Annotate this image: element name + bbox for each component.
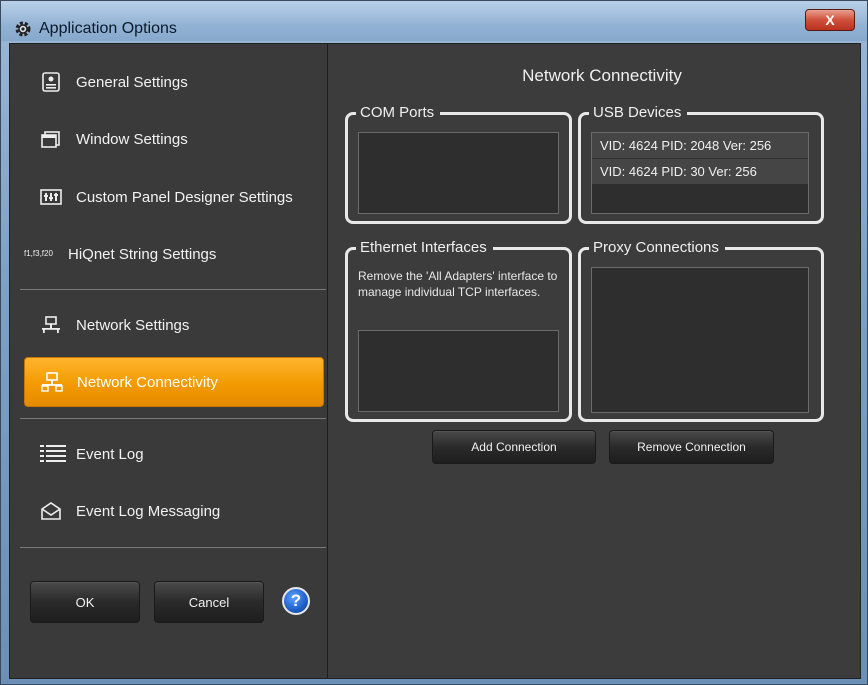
sidebar-item-label: HiQnet String Settings	[68, 245, 217, 263]
usb-devices-list[interactable]: VID: 4624 PID: 2048 Ver: 256 VID: 4624 P…	[591, 132, 809, 214]
custom-panel-icon	[40, 186, 62, 208]
sidebar-item-custom-panel-designer[interactable]: Custom Panel Designer Settings	[24, 172, 324, 222]
main-content: Network Connectivity COM Ports USB Devic…	[329, 44, 860, 678]
cancel-button[interactable]: Cancel	[154, 581, 264, 623]
sidebar-item-network-settings[interactable]: Network Settings	[24, 300, 324, 350]
add-connection-button[interactable]: Add Connection	[432, 430, 596, 464]
sidebar-item-general-settings[interactable]: General Settings	[24, 57, 324, 107]
proxy-connections-label: Proxy Connections	[589, 238, 725, 258]
list-item[interactable]: VID: 4624 PID: 30 Ver: 256	[592, 159, 808, 185]
com-ports-group: COM Ports	[345, 103, 572, 224]
usb-devices-group: USB Devices VID: 4624 PID: 2048 Ver: 256…	[578, 103, 824, 224]
gear-icon	[15, 21, 31, 37]
sidebar-item-event-log-messaging[interactable]: Event Log Messaging	[24, 486, 324, 536]
title-bar: Application Options X	[1, 1, 867, 41]
sidebar-item-hiqnet-string[interactable]: f1,f3,f20 HiQnet String Settings	[24, 229, 324, 279]
sidebar-item-network-connectivity[interactable]: Network Connectivity	[24, 357, 324, 407]
sidebar-item-label: Event Log	[76, 445, 144, 463]
page-title: Network Connectivity	[522, 66, 682, 85]
sidebar-item-label: Custom Panel Designer Settings	[76, 188, 293, 206]
remove-connection-button[interactable]: Remove Connection	[609, 430, 774, 464]
sidebar-item-window-settings[interactable]: Window Settings	[24, 114, 324, 164]
sidebar-divider	[20, 547, 326, 548]
envelope-icon	[40, 500, 62, 522]
proxy-connections-list[interactable]	[591, 267, 809, 413]
ethernet-interfaces-group: Ethernet Interfaces Remove the 'All Adap…	[345, 238, 572, 422]
close-button[interactable]: X	[805, 9, 855, 31]
general-settings-icon	[40, 71, 62, 93]
network-settings-icon	[40, 314, 62, 336]
sidebar-item-event-log[interactable]: Event Log	[24, 429, 324, 479]
network-connectivity-icon	[41, 371, 63, 393]
com-ports-label: COM Ports	[356, 103, 441, 123]
usb-devices-label: USB Devices	[589, 103, 688, 123]
event-log-icon	[40, 443, 66, 465]
sidebar-item-label: Event Log Messaging	[76, 502, 221, 520]
sidebar-divider	[20, 289, 326, 290]
ethernet-interfaces-label: Ethernet Interfaces	[356, 238, 493, 258]
list-item[interactable]: VID: 4624 PID: 2048 Ver: 256	[592, 133, 808, 159]
hiqnet-string-icon: f1,f3,f20	[24, 243, 64, 265]
ok-button[interactable]: OK	[30, 581, 140, 623]
sidebar-item-label: Window Settings	[76, 130, 188, 148]
com-ports-list[interactable]	[358, 132, 559, 214]
sidebar-item-label: Network Connectivity	[77, 373, 218, 391]
sidebar-item-label: Network Settings	[76, 316, 190, 334]
application-options-window: Application Options X General Settings W…	[0, 0, 868, 685]
client-area: General Settings Window Settings Custom …	[9, 43, 861, 679]
proxy-connections-group: Proxy Connections	[578, 238, 824, 422]
ethernet-description: Remove the 'All Adapters' interface to m…	[358, 269, 558, 299]
sidebar-item-label: General Settings	[76, 73, 188, 91]
window-settings-icon	[40, 128, 62, 150]
window-title: Application Options	[39, 20, 177, 37]
help-icon[interactable]: ?	[282, 587, 310, 615]
ethernet-interfaces-list[interactable]	[358, 330, 559, 412]
sidebar: General Settings Window Settings Custom …	[10, 44, 328, 678]
hiqnet-string-icon-text: f1,f3,f20	[24, 249, 53, 258]
sidebar-divider	[20, 418, 326, 419]
